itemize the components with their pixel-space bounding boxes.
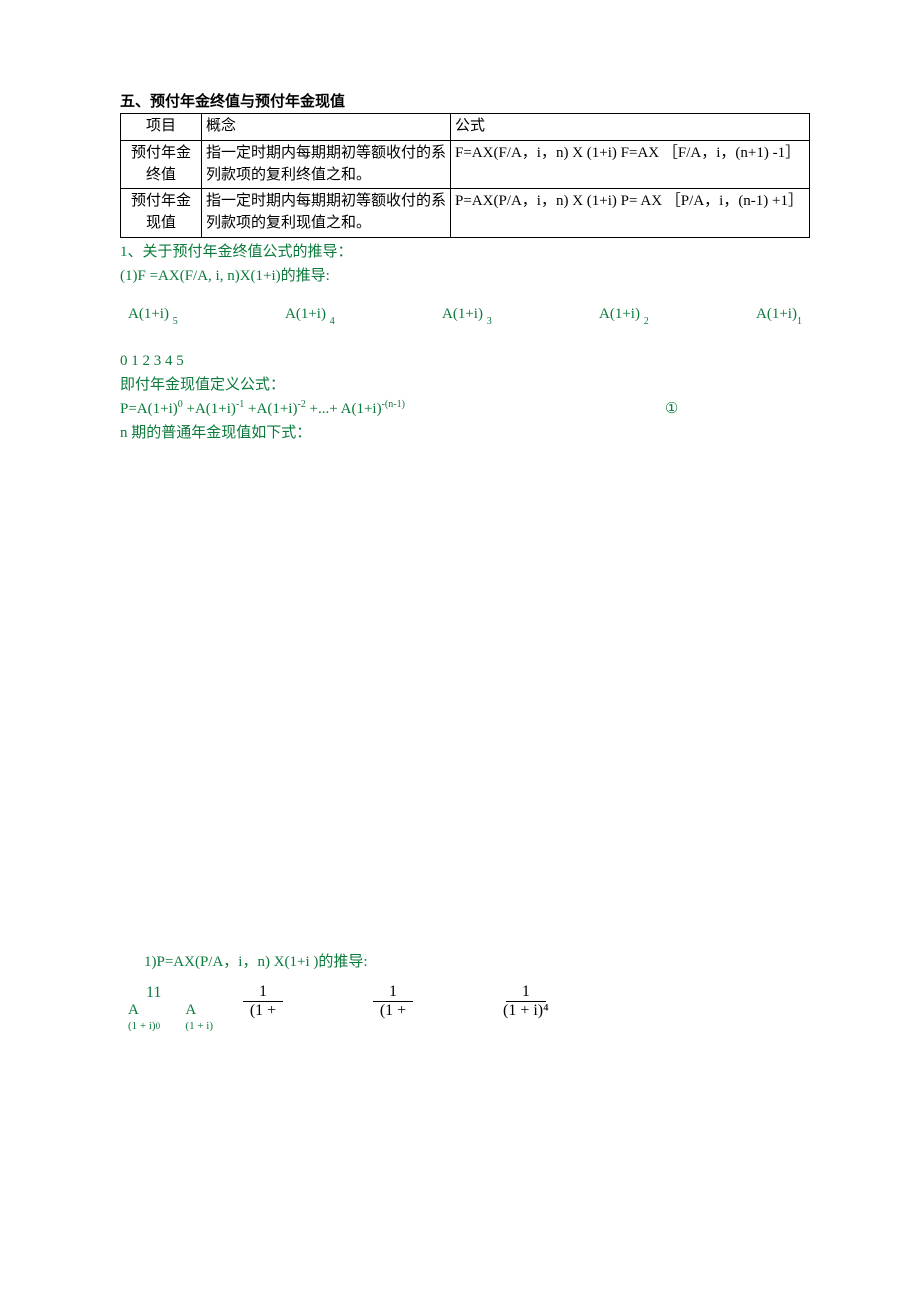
cell-concept: 指一定时期内每期期初等额收付的系列款项的复利终值之和。 xyxy=(202,140,451,189)
blank-space xyxy=(120,445,810,950)
definition-table: 项目 概念 公式 预付年金终值 指一定时期内每期期初等额收付的系列款项的复利终值… xyxy=(120,113,810,238)
A-label: A (1 + i)0 xyxy=(128,1002,161,1032)
term: A(1+i) 4 xyxy=(285,306,335,325)
term: A(1+i) 2 xyxy=(599,306,649,325)
deriv-sub-2: 1)P=AX(P/A，i，n) X(1+i )的推导: xyxy=(144,950,810,974)
cell-formula: F=AX(F/A，i，n) X (1+i) F=AX ［F/A，i，(n+1) … xyxy=(451,140,810,189)
eleven: 11 xyxy=(146,984,161,1002)
index-numbers: 0 1 2 3 4 5 xyxy=(120,349,810,373)
deriv-sub: (1)F =AX(F/A, i, n)X(1+i)的推导: xyxy=(120,264,810,288)
cell-item: 预付年金现值 xyxy=(121,189,202,238)
table-row: 预付年金现值 指一定时期内每期期初等额收付的系列款项的复利现值之和。 P=AX(… xyxy=(121,189,810,238)
term: A(1+i) 5 xyxy=(128,306,178,325)
tiny-den: (1 + i) xyxy=(185,1021,213,1032)
th-item: 项目 xyxy=(121,114,202,141)
th-formula: 公式 xyxy=(451,114,810,141)
table-row: 预付年金终值 指一定时期内每期期初等额收付的系列款项的复利终值之和。 F=AX(… xyxy=(121,140,810,189)
fraction: 1 (1 + i)⁴ xyxy=(503,984,549,1019)
table-header-row: 项目 概念 公式 xyxy=(121,114,810,141)
ordinary-pv-label: n 期的普通年金现值如下式： xyxy=(120,421,810,445)
fraction: 1 (1 + xyxy=(373,984,413,1019)
lead-terms: 11 A (1 + i)0 A (1 + i) xyxy=(128,984,213,1032)
tiny-den: (1 + i)0 xyxy=(128,1021,161,1032)
cell-item: 预付年金终值 xyxy=(121,140,202,189)
pv-def-formula: P=A(1+i)0 +A(1+i)-1 +A(1+i)-2 +...+ A(1+… xyxy=(120,397,810,421)
eq-number: ① xyxy=(665,397,678,421)
term: A(1+i) 3 xyxy=(442,306,492,325)
th-concept: 概念 xyxy=(202,114,451,141)
fractions: 1 (1 + 1 (1 + 1 (1 + i)⁴ xyxy=(243,984,549,1019)
term: A(1+i)1 xyxy=(756,306,802,325)
deriv-heading: 1、关于预付年金终值公式的推导： xyxy=(120,240,810,264)
cell-concept: 指一定时期内每期期初等额收付的系列款项的复利现值之和。 xyxy=(202,189,451,238)
fraction-row: 11 A (1 + i)0 A (1 + i) 1 (1 + 1 xyxy=(128,984,810,1032)
A-label: A (1 + i) xyxy=(185,1002,213,1032)
section-title: 五、预付年金终值与预付年金现值 xyxy=(120,90,810,111)
pv-def-label: 即付年金现值定义公式： xyxy=(120,373,810,397)
term-row: A(1+i) 5 A(1+i) 4 A(1+i) 3 A(1+i) 2 A(1+… xyxy=(128,306,802,325)
cell-formula: P=AX(P/A，i，n) X (1+i) P= AX ［P/A，i，(n-1)… xyxy=(451,189,810,238)
fraction: 1 (1 + xyxy=(243,984,283,1019)
